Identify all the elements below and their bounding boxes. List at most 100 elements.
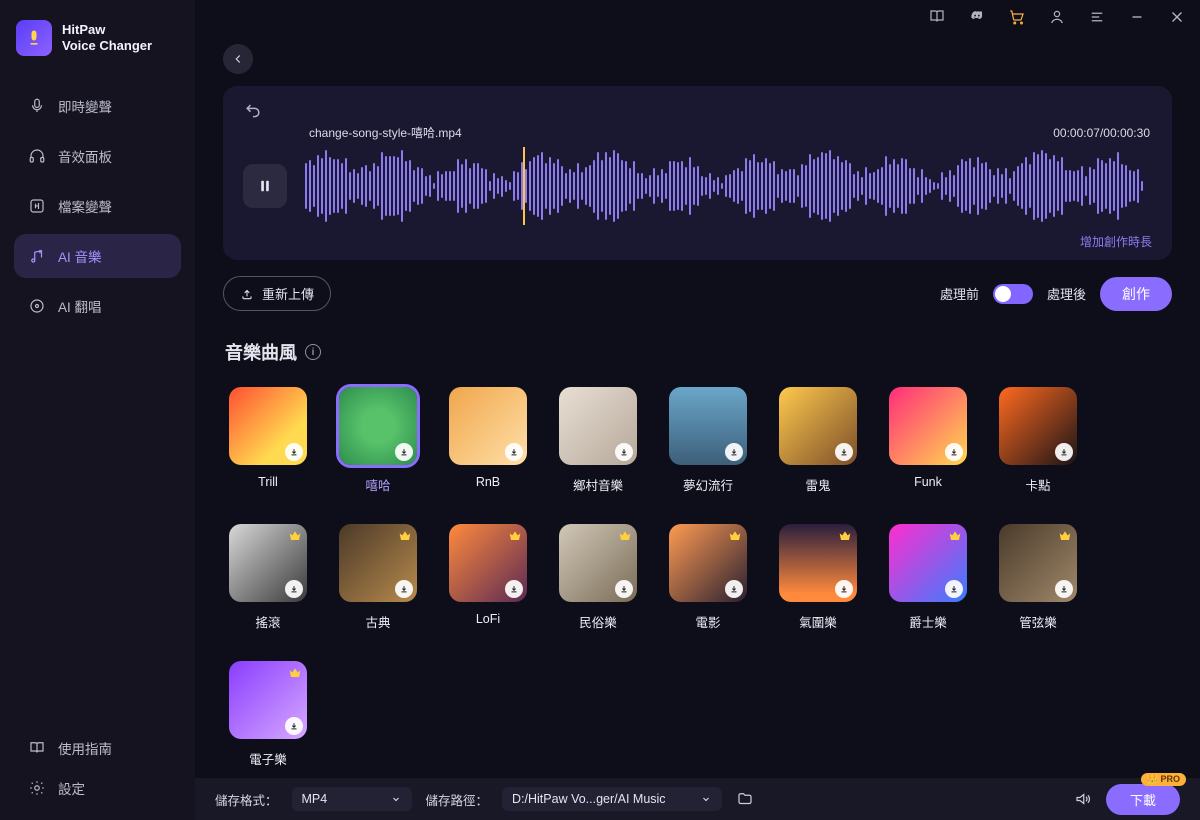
download-icon[interactable]: [1055, 580, 1073, 598]
style-thumb: [449, 387, 527, 465]
format-select[interactable]: MP4: [292, 787, 412, 811]
sidebar-nav: 即時變聲 音效面板 檔案變聲 AI 音樂 AI 翻唱: [0, 78, 195, 334]
sidebar: HitPaw Voice Changer 即時變聲 音效面板 檔案變聲 AI 音…: [0, 0, 195, 820]
format-label: 儲存格式：: [215, 790, 278, 809]
back-button[interactable]: [223, 44, 253, 74]
style-thumb: [889, 524, 967, 602]
disc-icon: [28, 297, 46, 315]
sidebar-item-settings[interactable]: 設定: [14, 768, 181, 808]
sidebar-item-file[interactable]: 檔案變聲: [14, 184, 181, 228]
sidebar-item-ai-music[interactable]: AI 音樂: [14, 234, 181, 278]
style-label: 夢幻流行: [683, 475, 733, 494]
download-icon[interactable]: [945, 443, 963, 461]
download-icon[interactable]: [615, 580, 633, 598]
style-card[interactable]: 電影: [665, 524, 751, 631]
style-thumb: [559, 387, 637, 465]
style-card[interactable]: 民俗樂: [555, 524, 641, 631]
sidebar-item-guide[interactable]: 使用指南: [14, 728, 181, 768]
undo-button[interactable]: [243, 100, 263, 120]
create-button[interactable]: 創作: [1100, 277, 1172, 311]
volume-button[interactable]: [1074, 790, 1092, 808]
style-card[interactable]: RnB: [445, 387, 531, 494]
sidebar-item-soundboard[interactable]: 音效面板: [14, 134, 181, 178]
style-thumb: [229, 524, 307, 602]
player-panel: change-song-style-嘻哈.mp4 00:00:07/00:00:…: [223, 86, 1172, 260]
style-grid: Trill 嘻哈 RnB 鄉村音樂 夢幻流行 雷鬼 Funk 卡點搖滾古典 LoFi 民俗樂 電影氣…: [223, 381, 1172, 774]
style-thumb: [559, 524, 637, 602]
style-card[interactable]: 古典: [335, 524, 421, 631]
section-title-text: 音樂曲風: [225, 339, 297, 365]
style-card[interactable]: 嘻哈: [335, 387, 421, 494]
download-icon[interactable]: [285, 580, 303, 598]
sidebar-item-label: AI 翻唱: [58, 296, 102, 316]
style-card[interactable]: LoFi: [445, 524, 531, 631]
download-icon[interactable]: [285, 443, 303, 461]
wave-file-icon: [28, 197, 46, 215]
book-icon: [28, 739, 46, 757]
style-label: 嘻哈: [365, 475, 390, 494]
sidebar-item-label: AI 音樂: [58, 246, 102, 266]
download-icon[interactable]: [395, 443, 413, 461]
style-thumb: [449, 524, 527, 602]
style-card[interactable]: 氣圍樂: [775, 524, 861, 631]
path-select[interactable]: D:/HitPaw Vo...ger/AI Music: [502, 787, 722, 811]
style-card[interactable]: 搖滾: [225, 524, 311, 631]
info-icon[interactable]: i: [305, 344, 321, 360]
sidebar-item-label: 設定: [58, 778, 85, 798]
download-icon[interactable]: [505, 580, 523, 598]
style-thumb: [779, 387, 857, 465]
main: change-song-style-嘻哈.mp4 00:00:07/00:00:…: [195, 0, 1200, 778]
style-label: 電子樂: [249, 749, 287, 768]
style-label: 氣圍樂: [799, 612, 837, 631]
before-after-toggle[interactable]: [993, 284, 1033, 304]
download-icon[interactable]: [725, 443, 743, 461]
toolbar: 重新上傳 處理前 處理後 創作: [223, 276, 1172, 311]
style-label: 鄉村音樂: [573, 475, 623, 494]
style-thumb: [889, 387, 967, 465]
download-icon[interactable]: [835, 443, 853, 461]
brand-logo: [16, 20, 52, 56]
footer: 儲存格式： MP4 儲存路徑： D:/HitPaw Vo...ger/AI Mu…: [195, 778, 1200, 820]
download-icon[interactable]: [835, 580, 853, 598]
toggle-after-label: 處理後: [1047, 284, 1086, 303]
style-card[interactable]: 管弦樂: [995, 524, 1081, 631]
extend-duration-link[interactable]: 增加創作時長: [1080, 235, 1152, 249]
download-icon[interactable]: [725, 580, 743, 598]
style-card[interactable]: Funk: [885, 387, 971, 494]
section-title: 音樂曲風 i: [225, 339, 1172, 365]
download-icon[interactable]: [615, 443, 633, 461]
waveform[interactable]: [305, 147, 1152, 225]
style-card[interactable]: 電子樂: [225, 661, 311, 768]
download-icon[interactable]: [945, 580, 963, 598]
download-icon[interactable]: [395, 580, 413, 598]
open-folder-button[interactable]: [736, 790, 754, 808]
download-icon[interactable]: [505, 443, 523, 461]
style-thumb: [999, 387, 1077, 465]
style-card[interactable]: 鄉村音樂: [555, 387, 641, 494]
style-card[interactable]: 雷鬼: [775, 387, 861, 494]
style-card[interactable]: 卡點: [995, 387, 1081, 494]
crown-icon: [837, 528, 853, 544]
style-label: RnB: [476, 475, 500, 489]
download-icon[interactable]: [1055, 443, 1073, 461]
style-label: 爵士樂: [909, 612, 947, 631]
sidebar-item-ai-cover[interactable]: AI 翻唱: [14, 284, 181, 328]
mic-icon: [28, 97, 46, 115]
sidebar-item-label: 使用指南: [58, 738, 112, 758]
style-thumb: [339, 387, 417, 465]
pause-button[interactable]: [243, 164, 287, 208]
style-card[interactable]: 夢幻流行: [665, 387, 751, 494]
sidebar-item-realtime[interactable]: 即時變聲: [14, 84, 181, 128]
reupload-button[interactable]: 重新上傳: [223, 276, 331, 311]
style-thumb: [999, 524, 1077, 602]
style-thumb: [779, 524, 857, 602]
crown-icon: [1057, 528, 1073, 544]
playhead[interactable]: [523, 147, 525, 225]
brand: HitPaw Voice Changer: [0, 14, 195, 78]
style-card[interactable]: Trill: [225, 387, 311, 494]
crown-icon: [287, 665, 303, 681]
download-button[interactable]: 下載 👑 PRO: [1106, 784, 1180, 815]
style-label: 民俗樂: [579, 612, 617, 631]
style-card[interactable]: 爵士樂: [885, 524, 971, 631]
download-icon[interactable]: [285, 717, 303, 735]
